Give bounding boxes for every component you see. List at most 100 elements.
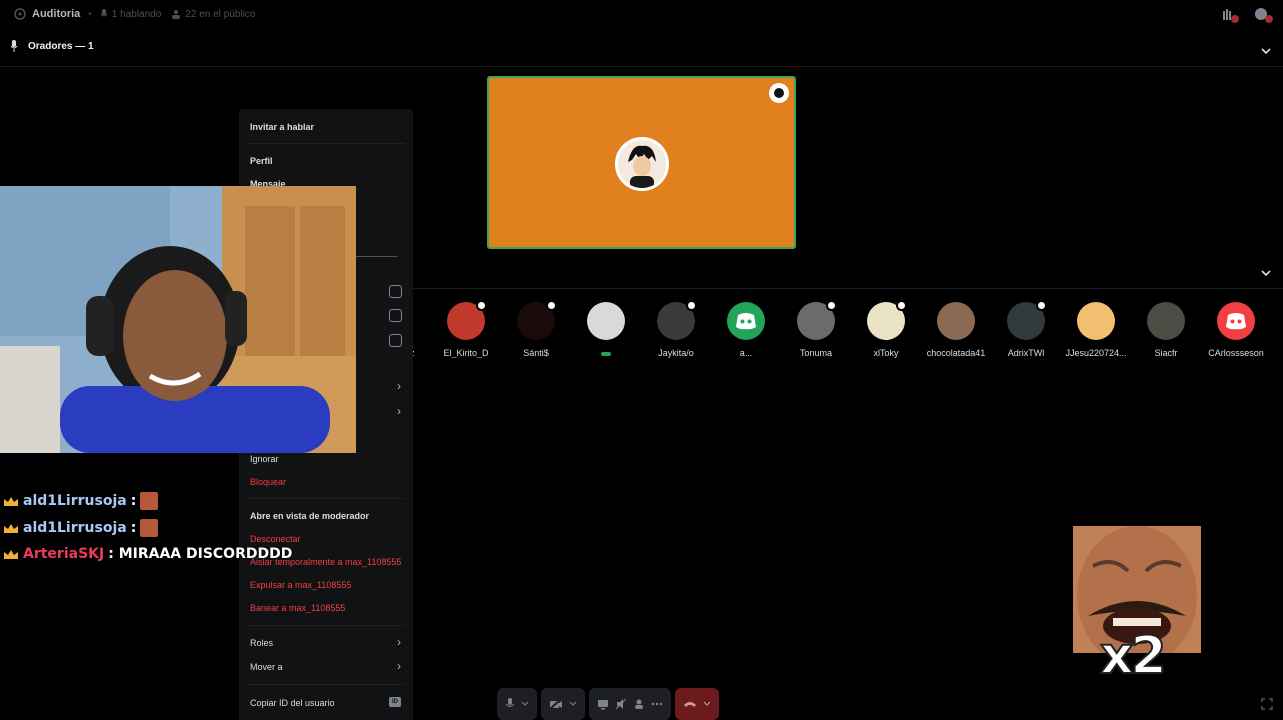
- mute-button[interactable]: [497, 688, 537, 720]
- avatar: [657, 300, 697, 340]
- leave-stage-button[interactable]: [675, 688, 719, 720]
- chevron-right-icon[interactable]: ›: [397, 379, 401, 393]
- avatar: [797, 300, 837, 340]
- audience-member-name: xlToky: [873, 348, 899, 358]
- audience-member[interactable]: Sánti$: [501, 300, 571, 358]
- audience-member-name: Siacfr: [1154, 348, 1178, 358]
- chat-message: ArteriaSKJ: MIRAAA DISCORDDDD: [3, 546, 292, 562]
- menu-profile[interactable]: Perfil: [250, 156, 273, 166]
- menu-ignore[interactable]: Ignorar: [250, 454, 279, 464]
- chat-text: :: [130, 493, 137, 509]
- channel-title: Auditoria: [32, 8, 81, 20]
- audience-member[interactable]: Siacfr: [1131, 302, 1201, 358]
- chevron-down-icon[interactable]: [569, 700, 577, 708]
- menu-roles[interactable]: Roles: [250, 638, 273, 648]
- camera-off-icon: [549, 698, 562, 710]
- avatar: [1217, 302, 1255, 340]
- menu-ban[interactable]: Banear a max_1108555: [250, 603, 345, 613]
- chat-message: ald1Lirrusoja:: [3, 492, 159, 510]
- speaker-avatar: [615, 137, 669, 191]
- discord-logo-icon: [736, 313, 756, 330]
- crown-icon: [4, 523, 18, 533]
- menu-moderator-view[interactable]: Abre en vista de moderador: [250, 511, 369, 521]
- screen-share-button[interactable]: [589, 688, 671, 720]
- audience-member-name: chocolatada41: [926, 348, 986, 358]
- audience-member-name: Jaykita/o: [658, 348, 694, 358]
- fullscreen-icon[interactable]: [1261, 698, 1273, 710]
- raise-hand-icon[interactable]: [1219, 6, 1239, 23]
- channel-topbar: Auditoria • 1 hablando 22 en el público: [0, 0, 1283, 28]
- menu-copy-user-id[interactable]: Copiar ID del usuario: [250, 698, 335, 708]
- crown-icon: [4, 549, 18, 559]
- divider: [0, 66, 1283, 67]
- moderator-badge-icon: [1036, 300, 1047, 311]
- audience-member[interactable]: xlToky: [851, 300, 921, 358]
- mic-icon: [10, 40, 18, 52]
- audience-member[interactable]: [571, 302, 641, 358]
- avatar: [1007, 300, 1047, 340]
- hand-icon[interactable]: [1253, 6, 1273, 23]
- camera-button[interactable]: [541, 688, 585, 720]
- chat-username: ald1Lirrusoja: [23, 520, 127, 536]
- chevron-down-icon[interactable]: [1261, 46, 1271, 56]
- screen-share-icon: [598, 700, 608, 710]
- menu-move-to[interactable]: Mover a: [250, 662, 283, 672]
- speaker-tile[interactable]: [487, 76, 796, 249]
- menu-invite-to-speak[interactable]: Invitar a hablar: [250, 122, 314, 132]
- chevron-down-icon[interactable]: [1261, 268, 1271, 278]
- audience-member-name: El_Kirito_D: [443, 348, 489, 358]
- avatar: [517, 300, 557, 340]
- status-indicator: [601, 352, 611, 356]
- checkbox[interactable]: [389, 309, 402, 322]
- speakers-header: Oradores — 1: [10, 40, 94, 52]
- checkbox[interactable]: [389, 334, 402, 347]
- audience-count: 22 en el público: [171, 9, 255, 20]
- chevron-right-icon[interactable]: ›: [397, 635, 401, 649]
- audience-member[interactable]: El_Kirito_D: [431, 300, 501, 358]
- moderator-badge-icon: [769, 83, 789, 103]
- chevron-right-icon[interactable]: ›: [397, 659, 401, 673]
- audience-member[interactable]: Jaykita/o: [641, 300, 711, 358]
- audience-member-name: Sánti$: [523, 348, 549, 358]
- audience-member-name: AdrixTWl: [1007, 348, 1045, 358]
- avatar: [727, 302, 765, 340]
- avatar: [867, 300, 907, 340]
- chat-username: ald1Lirrusoja: [23, 493, 127, 509]
- audience-member-name: Tonuma: [799, 348, 833, 358]
- more-options-icon[interactable]: [651, 698, 663, 710]
- leave-icon: [684, 702, 696, 707]
- sound-off-icon[interactable]: [615, 698, 627, 710]
- speaking-count: 1 hablando: [100, 9, 161, 20]
- mic-icon: [100, 9, 108, 17]
- checkbox[interactable]: [389, 285, 402, 298]
- audience-member[interactable]: CArlossseson: [1201, 302, 1271, 358]
- menu-block[interactable]: Bloquear: [250, 477, 286, 487]
- menu-kick[interactable]: Expulsar a max_1108555: [250, 580, 351, 590]
- avatar: [1147, 302, 1185, 340]
- chat-message: ald1Lirrusoja:: [3, 519, 159, 537]
- avatar: [447, 300, 487, 340]
- audience-member-name: JJesu220724...: [1065, 348, 1127, 358]
- audience-member[interactable]: JJesu220724...: [1061, 302, 1131, 358]
- audience-member[interactable]: chocolatada41: [921, 302, 991, 358]
- audience-member-name: [571, 348, 641, 358]
- voice-controls: [497, 688, 719, 720]
- chevron-right-icon[interactable]: ›: [397, 404, 401, 418]
- moderator-badge-icon: [546, 300, 557, 311]
- audience-member[interactable]: Tonuma: [781, 300, 851, 358]
- emote-image: [140, 519, 159, 537]
- meme-caption: x2: [1099, 625, 1168, 687]
- menu-disconnect[interactable]: Desconectar: [250, 534, 301, 544]
- emote-image: [140, 492, 159, 510]
- audience-member[interactable]: a...: [711, 302, 781, 358]
- chevron-down-icon[interactable]: [521, 700, 529, 708]
- chat-text: : MIRAAA DISCORDDDD: [108, 546, 293, 562]
- audience-member[interactable]: AdrixTWl: [991, 300, 1061, 358]
- mic-icon: [505, 698, 515, 707]
- audience-icon[interactable]: [633, 698, 645, 710]
- chat-text: :: [130, 520, 137, 536]
- webcam-overlay: [0, 186, 356, 453]
- moderator-badge-icon: [686, 300, 697, 311]
- chevron-down-icon[interactable]: [703, 700, 711, 708]
- avatar: [1077, 302, 1115, 340]
